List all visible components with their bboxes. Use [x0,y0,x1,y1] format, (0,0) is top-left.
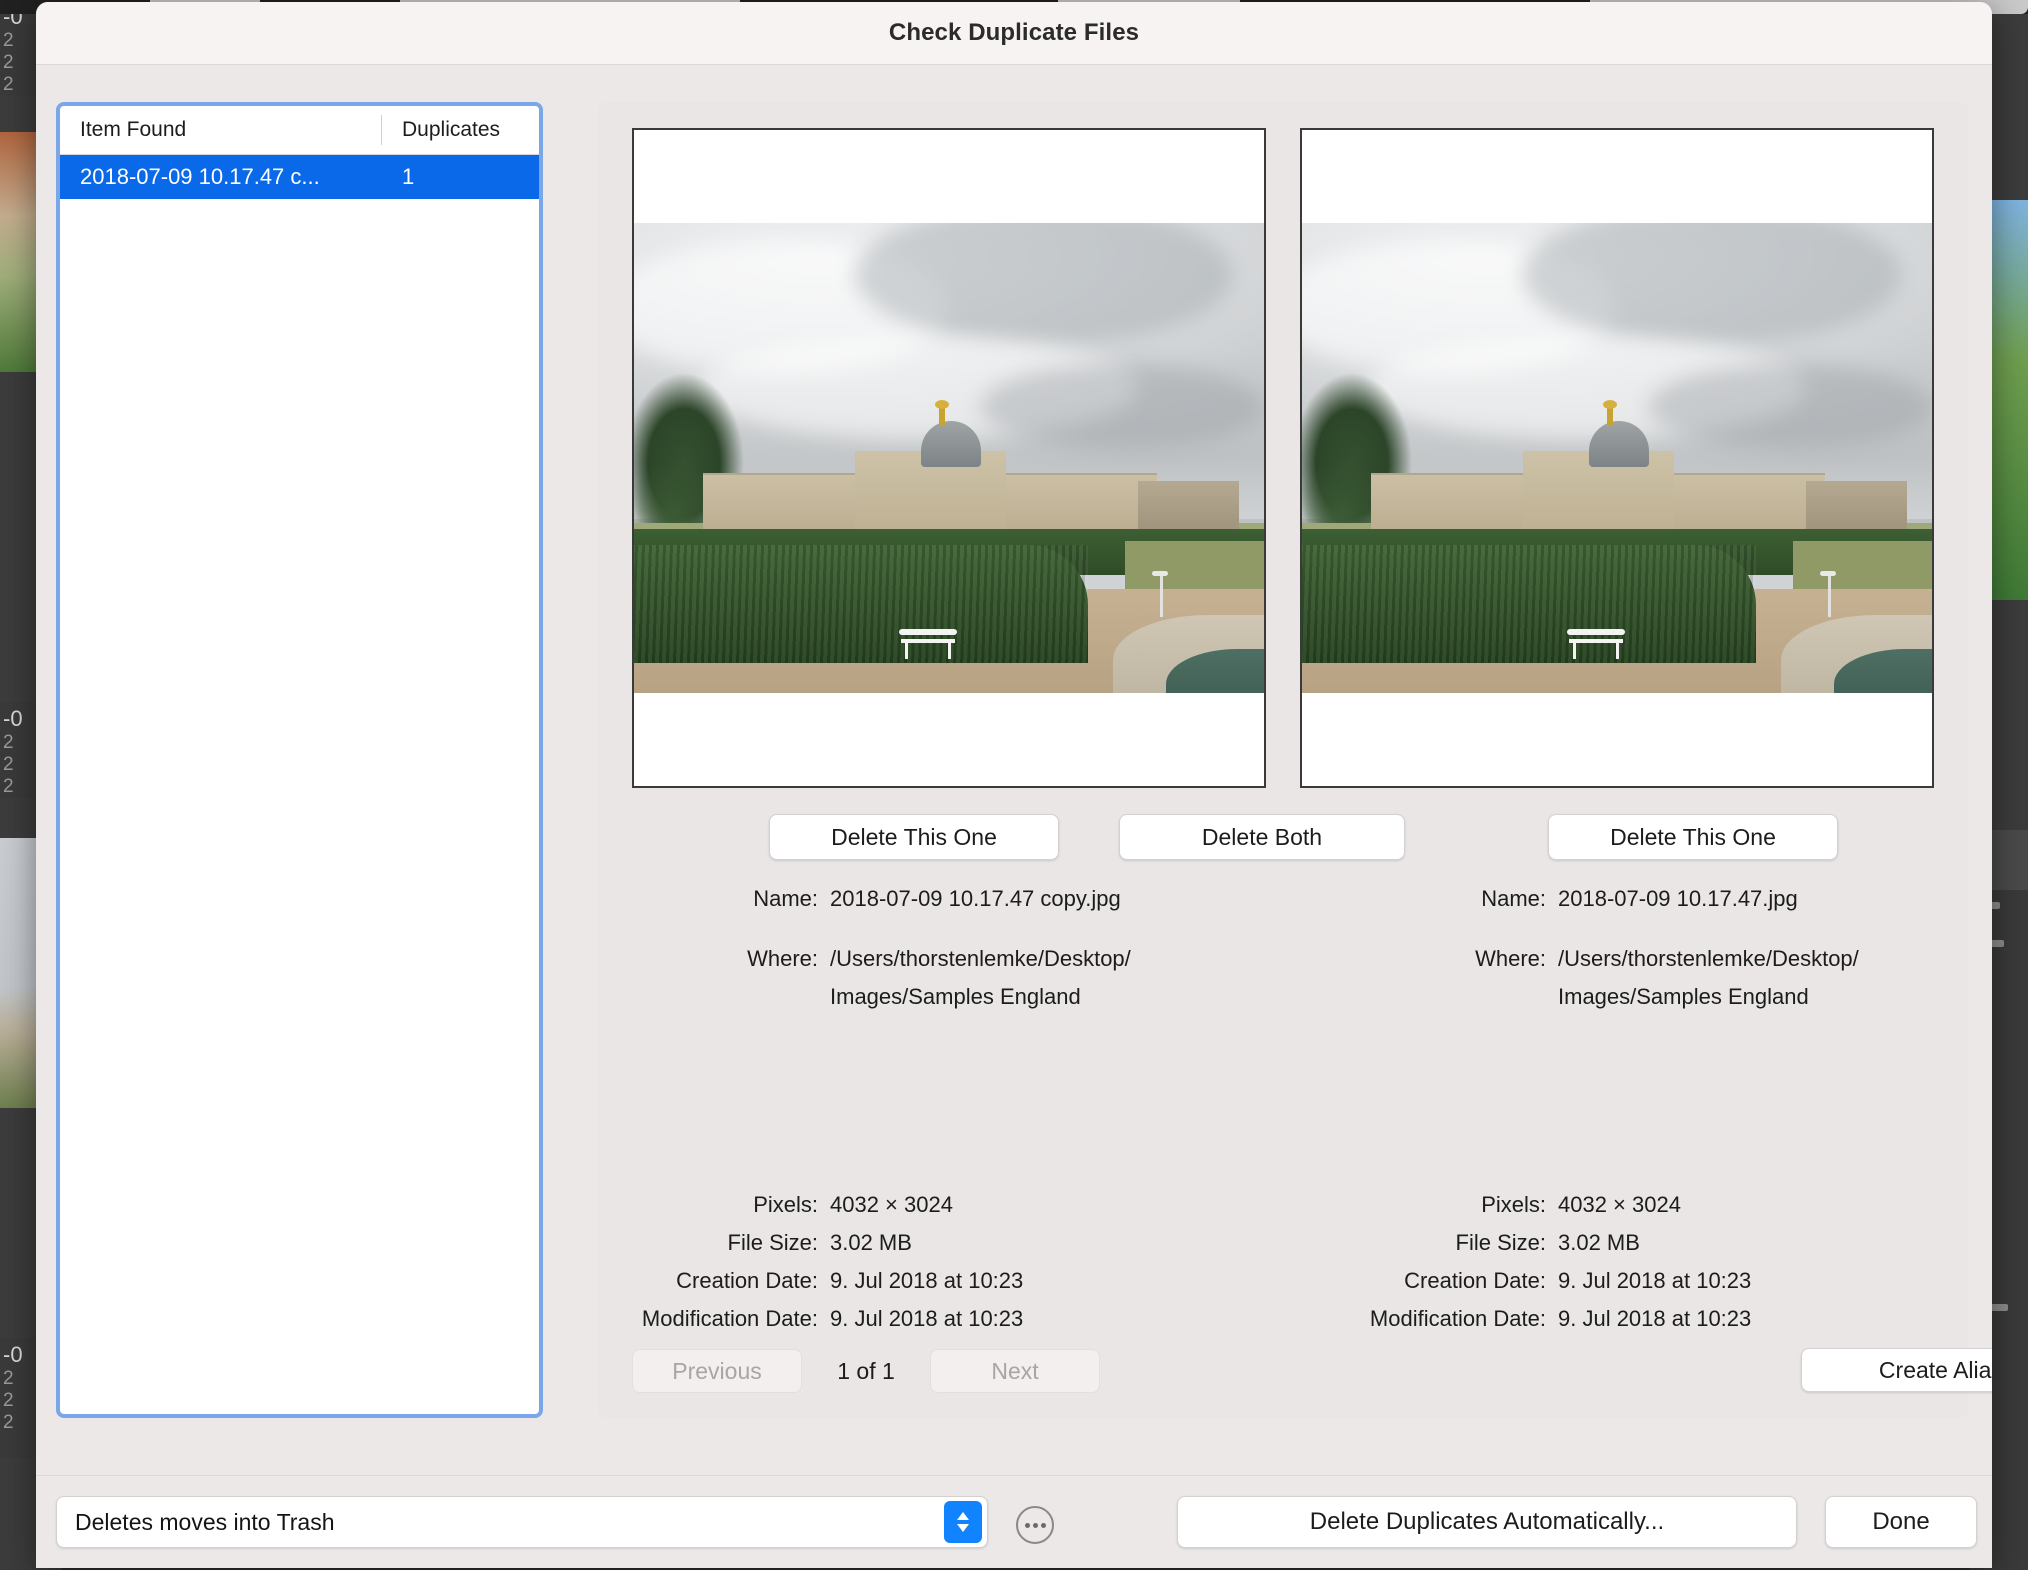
delete-duplicates-automatically-button[interactable]: Delete Duplicates Automatically... [1177,1496,1797,1548]
right-file-stats: Pixels: 4032 × 3024 File Size: 3.02 MB C… [1326,1186,1986,1338]
preview-card-left[interactable] [632,128,1266,788]
delete-button-row: Delete This One Delete Both Delete This … [632,814,1934,860]
label-name: Name: [1481,886,1546,911]
value-pixels-right: 4032 × 3024 [1558,1192,1681,1217]
left-file-stats: Pixels: 4032 × 3024 File Size: 3.02 MB C… [598,1186,1298,1338]
preview-card-right[interactable] [1300,128,1934,788]
label-modification-date: Modification Date: [641,1306,818,1331]
label-modification-date: Modification Date: [1369,1306,1546,1331]
value-modification-date-right: 9. Jul 2018 at 10:23 [1558,1306,1752,1331]
next-button[interactable]: Next [930,1349,1100,1393]
results-list-header: Item Found Duplicates [60,106,539,155]
delete-mode-value: Deletes moves into Trash [75,1508,335,1535]
right-file-where-field: Where: /Users/thorstenlemke/Desktop/ Ima… [1326,940,1986,1016]
value-pixels-left: 4032 × 3024 [830,1192,953,1217]
photo-lawn-right [1125,541,1264,593]
left-file-name-field: Name: 2018-07-09 10.17.47 copy.jpg [598,880,1298,918]
more-options-icon[interactable] [1016,1506,1054,1544]
label-where: Where: [747,946,818,971]
results-list[interactable]: Item Found Duplicates 2018-07-09 10.17.4… [56,102,543,1418]
value-modification-date-left: 9. Jul 2018 at 10:23 [830,1306,1024,1331]
column-header-duplicates[interactable]: Duplicates [382,115,539,145]
value-creation-date-left: 9. Jul 2018 at 10:23 [830,1268,1024,1293]
photo-cloud [1648,364,1932,449]
value-where-left: /Users/thorstenlemke/Desktop/ Images/Sam… [830,946,1131,1009]
delete-both-button[interactable]: Delete Both [1119,814,1405,860]
photo-lamp [1820,571,1837,617]
preview-image-right [1302,223,1932,693]
right-file-name-field: Name: 2018-07-09 10.17.47.jpg [1326,880,1966,918]
dialog-titlebar: Check Duplicate Files [36,2,1992,65]
photo-bench [1566,623,1625,659]
previous-button[interactable]: Previous [632,1349,802,1393]
label-name: Name: [753,886,818,911]
label-where: Where: [1475,946,1546,971]
photo-bench [898,623,957,659]
photo-spire [1602,400,1617,425]
dialog-title: Check Duplicate Files [888,19,1140,46]
detail-pane: Delete This One Delete Both Delete This … [598,102,1992,1418]
label-file-size: File Size: [727,1230,818,1255]
delete-this-one-left-button[interactable]: Delete This One [769,814,1059,860]
delete-this-one-right-button[interactable]: Delete This One [1548,814,1838,860]
chevron-updown-icon[interactable] [944,1501,982,1543]
check-duplicate-files-dialog: Check Duplicate Files Item Found Duplica… [36,2,1992,1568]
value-name-right: 2018-07-09 10.17.47.jpg [1558,886,1798,911]
page-indicator: 1 of 1 [837,1357,895,1384]
photo-lamp [1152,571,1169,617]
value-file-size-left: 3.02 MB [830,1230,912,1255]
desktop: -0 222 -0 222 -0 222 Check Duplicate Fil… [0,0,2028,1570]
done-button[interactable]: Done [1825,1496,1977,1548]
dialog-footer: Deletes moves into Trash Delete Duplicat… [36,1475,1992,1568]
label-pixels: Pixels: [1481,1192,1546,1217]
value-name-left: 2018-07-09 10.17.47 copy.jpg [830,886,1121,911]
label-file-size: File Size: [1455,1230,1546,1255]
photo-hedge-main [634,545,1088,663]
dialog-body: Item Found Duplicates 2018-07-09 10.17.4… [36,65,1992,1568]
photo-lawn-right [1793,541,1932,593]
preview-thumbnails [632,128,1934,788]
value-file-size-right: 3.02 MB [1558,1230,1640,1255]
pagination-row: Previous 1 of 1 Next [632,1348,1332,1394]
column-header-item-found[interactable]: Item Found [60,115,382,145]
create-aliases-on-desktop-button[interactable]: Create Aliases On Desktop [1801,1348,1992,1392]
label-creation-date: Creation Date: [1404,1268,1546,1293]
value-where-right: /Users/thorstenlemke/Desktop/ Images/Sam… [1558,946,1859,1009]
preview-image-left [634,223,1264,693]
photo-cloud [980,364,1264,449]
left-file-where-field: Where: /Users/thorstenlemke/Desktop/ Ima… [598,940,1298,1016]
label-creation-date: Creation Date: [676,1268,818,1293]
photo-hedge-main [1302,545,1756,663]
photo-spire [934,400,949,425]
label-pixels: Pixels: [753,1192,818,1217]
table-row[interactable]: 2018-07-09 10.17.47 c... 1 [60,155,539,199]
row-duplicate-count: 1 [402,164,415,189]
value-creation-date-right: 9. Jul 2018 at 10:23 [1558,1268,1752,1293]
delete-mode-dropdown[interactable]: Deletes moves into Trash [56,1496,988,1548]
row-item-name: 2018-07-09 10.17.47 c... [80,164,320,189]
